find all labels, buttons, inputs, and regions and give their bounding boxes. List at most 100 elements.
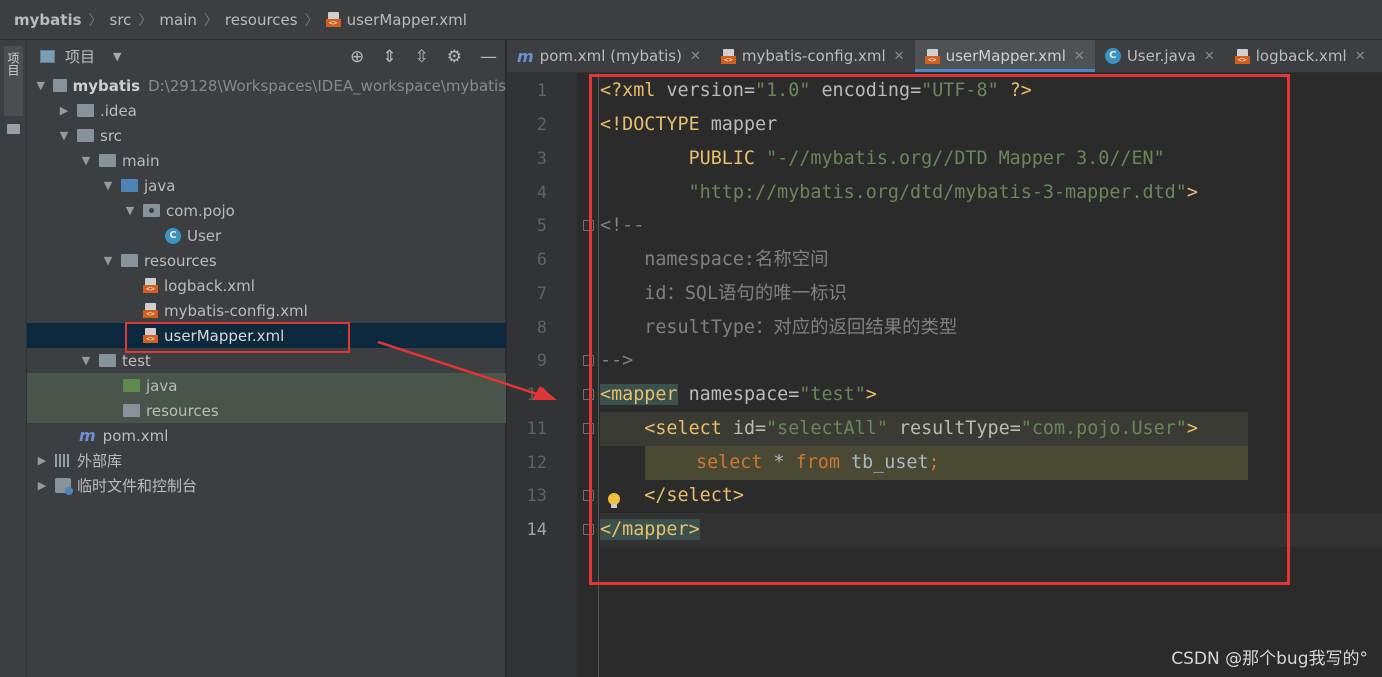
chevron-right-icon[interactable]: ▶ (35, 454, 49, 467)
project-panel-title[interactable]: 项目 (65, 46, 95, 67)
tree-item-external-libraries[interactable]: ▶ 外部库 (27, 448, 506, 473)
tab-mybatis-config[interactable]: mybatis-config.xml ✕ (711, 40, 915, 72)
line-number: 14 (526, 520, 547, 540)
line-number: 10 (526, 385, 547, 405)
tree-item-resources[interactable]: ▼ resources (27, 248, 506, 273)
close-icon[interactable]: ✕ (1204, 49, 1215, 64)
chevron-down-icon[interactable]: ▼ (101, 179, 115, 192)
line-number: 13 (526, 486, 547, 506)
test-source-folder-icon (123, 379, 140, 392)
line-number: 6 (536, 250, 547, 270)
tab-pom[interactable]: m pom.xml (mybatis) ✕ (507, 40, 711, 72)
line-number: 8 (536, 318, 547, 338)
close-icon[interactable]: ✕ (1074, 49, 1085, 64)
breadcrumb-resources[interactable]: resources (225, 11, 298, 29)
line-number: 7 (536, 284, 547, 304)
tree-item-label: logback.xml (164, 276, 255, 295)
tree-item-label: 外部库 (77, 452, 123, 470)
chevron-down-icon[interactable]: ▼ (123, 204, 137, 217)
chevron-down-icon[interactable]: ▼ (101, 254, 115, 267)
tab-usermapper[interactable]: userMapper.xml ✕ (914, 40, 1096, 72)
tab-user-java[interactable]: C User.java ✕ (1095, 40, 1225, 72)
locate-icon[interactable]: ⊕ (350, 47, 364, 67)
tab-logback[interactable]: logback.xml ✕ (1225, 40, 1376, 72)
left-tool-strip: 项目 (0, 40, 27, 677)
chevron-down-icon[interactable]: ▼ (79, 354, 93, 367)
tree-item-test-java[interactable]: java (27, 373, 506, 398)
tree-item-mybatis[interactable]: ▼ mybatis D:\29128\Workspaces\IDEA_works… (27, 73, 506, 98)
chevron-right-icon: 〉 (304, 12, 319, 29)
tree-item-label: java (144, 176, 176, 195)
chevron-down-icon[interactable]: ▼ (79, 154, 93, 167)
xml-file-icon (325, 12, 341, 27)
project-panel: 项目 ▼ ⊕ ⇕ ⇳ ⚙ — ▼ mybatis D:\29128\Worksp… (27, 40, 506, 677)
tree-item-test-resources[interactable]: resources (27, 398, 506, 423)
close-icon[interactable]: ✕ (690, 49, 701, 64)
tree-item-java[interactable]: ▼ java (27, 173, 506, 198)
class-icon: C (1104, 48, 1121, 64)
tree-item-label: mybatis (72, 76, 141, 95)
maven-icon: m (517, 46, 534, 66)
line-number: 11 (526, 419, 547, 439)
xml-file-icon (143, 303, 158, 318)
breadcrumb-project[interactable]: mybatis (14, 11, 82, 29)
annotation-box-editor (589, 74, 1290, 585)
breadcrumb: mybatis 〉 src 〉 main 〉 resources 〉 userM… (0, 0, 1382, 40)
tree-item-idea[interactable]: ▶ .idea (27, 98, 506, 123)
folder-icon (77, 129, 94, 142)
tree-item-com-pojo[interactable]: ▼ com.pojo (27, 198, 506, 223)
chevron-right-icon[interactable]: ▶ (57, 104, 71, 117)
tree-item-mybatis-config[interactable]: mybatis-config.xml (27, 298, 506, 323)
tree-item-scratches[interactable]: ▶ 临时文件和控制台 (27, 473, 506, 498)
chevron-down-icon[interactable]: ▼ (35, 79, 47, 92)
tree-item-user[interactable]: C User (27, 223, 506, 248)
tree-item-label: java (146, 376, 178, 395)
xml-file-icon (720, 48, 736, 64)
close-icon[interactable]: ✕ (1355, 49, 1366, 64)
collapse-all-icon[interactable]: ⇳ (415, 47, 429, 67)
chevron-right-icon: 〉 (88, 12, 103, 29)
tree-item-label: pom.xml (102, 426, 169, 445)
tab-label: logback.xml (1255, 47, 1347, 65)
tree-item-label: .idea (100, 101, 137, 120)
expand-all-icon[interactable]: ⇕ (382, 47, 396, 67)
project-icon (40, 50, 55, 63)
tab-label: userMapper.xml (945, 47, 1066, 65)
tree-item-logback[interactable]: logback.xml (27, 273, 506, 298)
tree-item-main[interactable]: ▼ main (27, 148, 506, 173)
tree-item-pom[interactable]: m pom.xml (27, 423, 506, 448)
tree-item-label: mybatis-config.xml (164, 301, 308, 320)
line-number: 3 (536, 149, 547, 169)
minimize-icon[interactable]: — (480, 47, 497, 67)
annotation-box-file (125, 322, 350, 353)
breadcrumb-main[interactable]: main (159, 11, 196, 29)
folder-icon[interactable] (7, 124, 20, 134)
tree-item-src[interactable]: ▼ src (27, 123, 506, 148)
project-tool-label: 项目 (6, 52, 20, 76)
tree-item-label: com.pojo (166, 201, 235, 220)
editor-tabs: m pom.xml (mybatis) ✕ mybatis-config.xml… (507, 40, 1382, 73)
folder-icon (99, 354, 116, 367)
xml-file-icon (1234, 48, 1250, 64)
chevron-right-icon: 〉 (138, 12, 153, 29)
source-folder-icon (121, 179, 138, 192)
chevron-right-icon[interactable]: ▶ (35, 479, 49, 492)
breadcrumb-src[interactable]: src (110, 11, 132, 29)
line-number: 12 (526, 453, 547, 473)
package-icon (143, 204, 160, 217)
class-icon: C (165, 227, 181, 244)
breadcrumb-file[interactable]: userMapper.xml (347, 11, 467, 29)
line-number-gutter: 1 2 3 4 5 6 7 8 9 10 11 12 13 14 (507, 73, 577, 677)
project-tool-button[interactable]: 项目 (4, 46, 23, 116)
tree-item-label: User (187, 226, 222, 245)
tab-label: User.java (1126, 47, 1196, 65)
chevron-down-icon[interactable]: ▼ (113, 50, 121, 63)
close-icon[interactable]: ✕ (894, 49, 905, 64)
tree-item-label: main (122, 151, 160, 170)
tab-label: pom.xml (mybatis) (539, 47, 682, 65)
xml-file-icon (143, 278, 158, 293)
chevron-down-icon[interactable]: ▼ (57, 129, 71, 142)
xml-file-icon (924, 48, 940, 64)
gear-icon[interactable]: ⚙ (447, 47, 462, 67)
line-number: 5 (536, 216, 547, 236)
